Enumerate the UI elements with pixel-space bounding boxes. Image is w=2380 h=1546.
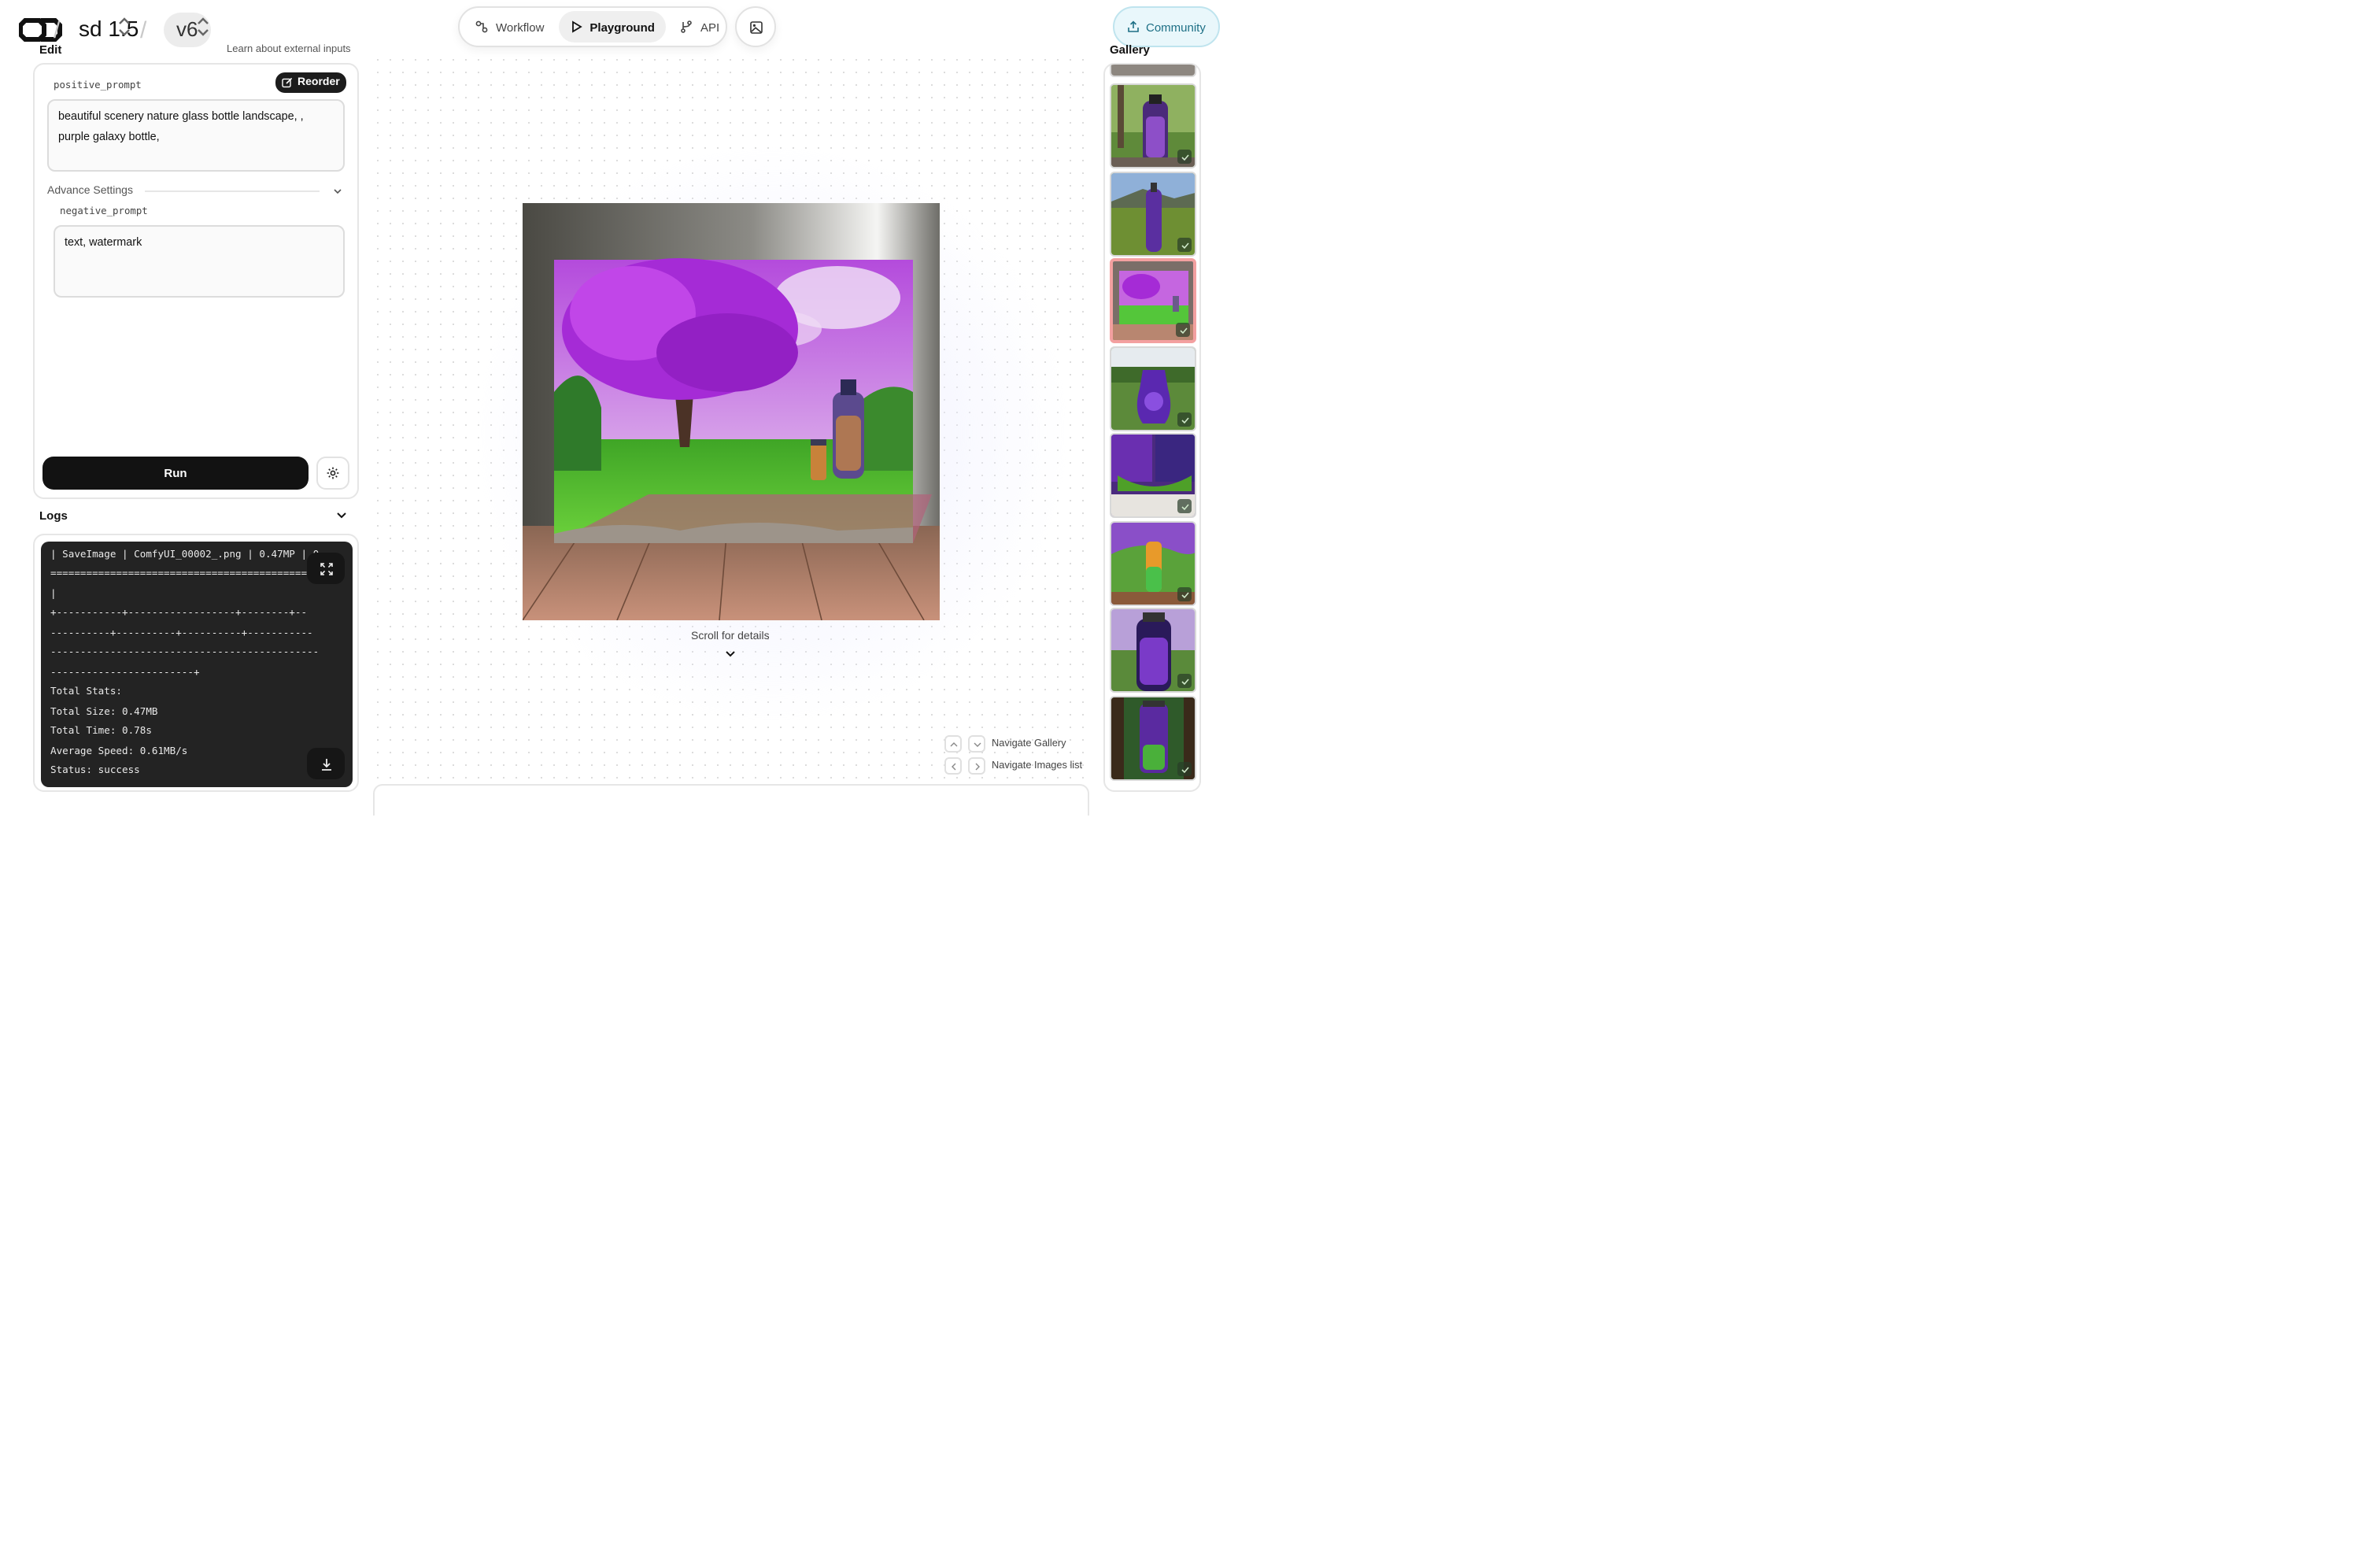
scroll-hint: Scroll for details bbox=[691, 631, 770, 642]
chevron-down-icon bbox=[726, 651, 735, 657]
chevron-down-icon bbox=[334, 188, 342, 194]
details-panel-edge bbox=[373, 784, 1089, 816]
breadcrumb-separator: / bbox=[140, 17, 147, 44]
expand-logs-button[interactable] bbox=[307, 553, 345, 584]
tab-label: Workflow bbox=[496, 20, 545, 34]
gallery-thumb[interactable] bbox=[1110, 608, 1196, 693]
navigate-gallery-hint: Navigate Gallery bbox=[944, 735, 1066, 753]
image-view-button[interactable] bbox=[735, 6, 776, 47]
log-line: Total Size: 0.47MB bbox=[50, 707, 158, 718]
expand-icon bbox=[320, 562, 332, 575]
navigate-images-hint: Navigate Images list bbox=[944, 757, 1082, 775]
share-icon bbox=[1128, 20, 1139, 32]
log-line: ------------------------+ bbox=[50, 668, 200, 679]
play-icon bbox=[571, 20, 582, 33]
gallery-thumb[interactable] bbox=[1110, 696, 1196, 781]
edit-title: Edit bbox=[39, 43, 62, 57]
gear-icon bbox=[327, 467, 339, 479]
tab-api[interactable]: API bbox=[669, 11, 730, 43]
arrow-up-key bbox=[944, 735, 962, 753]
check-icon bbox=[1177, 674, 1192, 688]
mode-tabs: Workflow Playground API bbox=[458, 6, 727, 47]
log-line: ----------------------------------------… bbox=[50, 647, 320, 658]
tab-workflow[interactable]: Workflow bbox=[464, 11, 555, 43]
log-line: Total Stats: bbox=[50, 686, 122, 697]
check-icon bbox=[1176, 323, 1190, 337]
navigate-images-label: Navigate Images list bbox=[992, 760, 1083, 771]
gallery-thumb[interactable] bbox=[1110, 346, 1196, 431]
breadcrumb-separator: / bbox=[54, 17, 61, 44]
edit-icon bbox=[282, 77, 293, 87]
logs-card: | SaveImage | ComfyUI_00002_.png | 0.47M… bbox=[33, 534, 359, 792]
community-label: Community bbox=[1146, 20, 1206, 34]
chevron-up-down-icon[interactable] bbox=[116, 14, 132, 39]
gallery-thumb[interactable] bbox=[1110, 65, 1196, 77]
arrow-down-key bbox=[968, 735, 985, 753]
api-icon bbox=[681, 20, 692, 33]
log-line: +-----------+------------------+--------… bbox=[50, 608, 308, 619]
log-line: ========================================… bbox=[50, 568, 320, 579]
check-icon bbox=[1177, 412, 1192, 427]
gallery-thumb-selected[interactable] bbox=[1110, 258, 1196, 343]
arrow-right-key bbox=[968, 757, 985, 775]
navigate-gallery-label: Navigate Gallery bbox=[992, 738, 1066, 749]
community-button[interactable]: Community bbox=[1113, 6, 1220, 47]
check-icon bbox=[1177, 587, 1192, 601]
divider bbox=[145, 190, 320, 191]
reorder-button[interactable]: Reorder bbox=[275, 72, 346, 92]
positive-prompt-label: positive_prompt bbox=[54, 80, 142, 91]
check-icon bbox=[1177, 238, 1192, 252]
log-line: | bbox=[50, 589, 57, 600]
logs-title: Logs bbox=[39, 509, 68, 523]
chevron-up-down-icon[interactable] bbox=[195, 14, 211, 39]
reorder-label: Reorder bbox=[298, 76, 340, 88]
tab-playground[interactable]: Playground bbox=[558, 11, 666, 43]
gallery-title: Gallery bbox=[1110, 43, 1150, 57]
tab-label: Playground bbox=[589, 20, 655, 34]
log-line: Status: success bbox=[50, 765, 140, 776]
gallery-thumb[interactable] bbox=[1110, 433, 1196, 518]
log-line: | SaveImage | ComfyUI_00002_.png | 0.47M… bbox=[50, 549, 325, 560]
download-logs-button[interactable] bbox=[307, 748, 345, 779]
workflow-icon bbox=[475, 20, 488, 33]
positive-prompt-input[interactable]: beautiful scenery nature glass bottle la… bbox=[47, 99, 345, 172]
gallery-panel bbox=[1103, 63, 1201, 792]
generated-image-art bbox=[523, 203, 940, 620]
negative-prompt-input[interactable]: text, watermark bbox=[54, 225, 345, 298]
generated-image[interactable] bbox=[523, 203, 940, 620]
log-line: Average Speed: 0.61MB/s bbox=[50, 746, 188, 757]
log-terminal[interactable]: | SaveImage | ComfyUI_00002_.png | 0.47M… bbox=[41, 542, 353, 787]
run-settings-button[interactable] bbox=[316, 457, 349, 490]
learn-external-inputs-link[interactable]: Learn about external inputs bbox=[227, 44, 351, 55]
download-icon bbox=[321, 758, 331, 770]
check-icon bbox=[1177, 499, 1192, 513]
chevron-down-icon[interactable] bbox=[335, 509, 348, 521]
advance-settings-toggle[interactable]: Advance Settings bbox=[47, 183, 343, 198]
negative-prompt-label: negative_prompt bbox=[60, 206, 148, 217]
log-line: ----------+----------+----------+-------… bbox=[50, 628, 313, 639]
check-icon bbox=[1177, 762, 1192, 776]
check-icon bbox=[1177, 150, 1192, 164]
arrow-left-key bbox=[944, 757, 962, 775]
image-icon bbox=[749, 20, 762, 33]
gallery-thumb[interactable] bbox=[1110, 172, 1196, 257]
tab-label: API bbox=[700, 20, 720, 34]
gallery-thumb[interactable] bbox=[1110, 83, 1196, 168]
log-line: Total Time: 0.78s bbox=[50, 726, 152, 737]
run-button[interactable]: Run bbox=[42, 457, 309, 490]
advance-settings-label: Advance Settings bbox=[47, 185, 133, 196]
gallery-thumb[interactable] bbox=[1110, 521, 1196, 606]
